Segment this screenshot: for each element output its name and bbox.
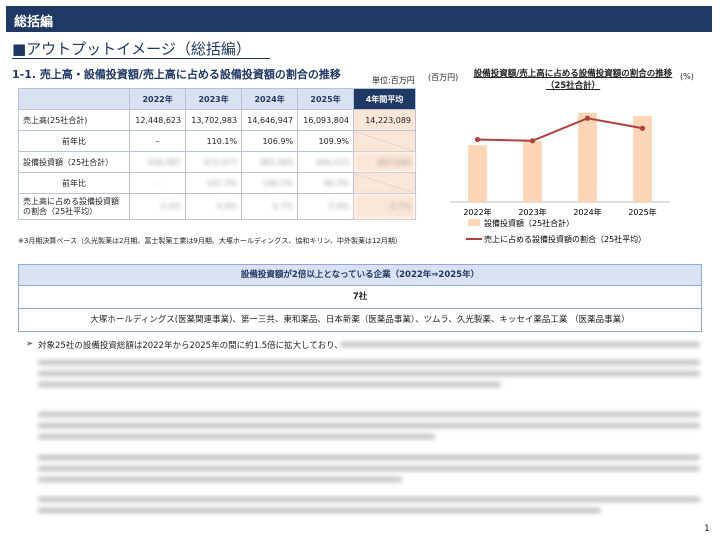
table-cell: 672,077 (185, 151, 243, 173)
x-tick-label: 2023年 (518, 207, 546, 217)
table-cell: 106.9% (241, 130, 299, 152)
line-series (477, 117, 643, 142)
table-cell: 14,223,089 (353, 109, 416, 131)
header-title: 総括編 (14, 15, 54, 30)
table-header-cell: 2025年 (297, 88, 355, 110)
data-table: 2022年 2023年 2024年 2025年 4年間平均 売上高(25社合計)… (17, 88, 416, 220)
chart-title: 設備投資額/売上高に占める設備投資額の割合の推移（25社合計） (473, 69, 673, 91)
blurred-paragraph (38, 455, 700, 488)
legend-label: 売上に占める設備投資額の割合（25社平均） (484, 234, 646, 244)
table-row: 前年比 – 107.3% 146.1% 96.3% (17, 172, 416, 194)
line-point (639, 125, 646, 131)
table-row: 売上高に占める設備投資額の割合（25社平均） 5.0% 4.9% 6.7% 5.… (17, 193, 416, 220)
table-cell: 5.0% (129, 193, 187, 220)
unit-label: 単位:百万円 (372, 76, 415, 85)
legend-label: 設備投資額（25社合計） (484, 218, 574, 228)
table-cell: 4.9% (185, 193, 243, 220)
table-cell: 16,093,804 (297, 109, 355, 131)
table-cell (353, 172, 416, 194)
row-label: 前年比 (17, 130, 131, 152)
chart-unit-left: (百万円) (428, 73, 459, 82)
table-cell: 146.1% (241, 172, 299, 194)
subtitle-underline (12, 58, 270, 59)
section-title: 1-1. 売上高・設備投資額/売上高に占める設備投資額の割合の推移 (12, 68, 341, 81)
bar (578, 112, 597, 202)
page-number: 1 (704, 524, 710, 534)
bar (468, 145, 487, 202)
table-row: 売上高(25社合計) 12,448,623 13,702,983 14,646,… (17, 109, 416, 131)
row-label: 前年比 (17, 172, 131, 194)
table-cell: 981,965 (241, 151, 299, 173)
table-cell: – (129, 172, 187, 194)
table-cell: 5.7% (353, 193, 416, 220)
table-header-cell: 4年間平均 (353, 88, 416, 110)
table-header-cell (17, 88, 131, 110)
line-point (474, 136, 481, 143)
table-cell: 5.9% (297, 193, 355, 220)
blurred-paragraph (38, 412, 700, 445)
blurred-text (340, 342, 700, 353)
table-cell: 626,087 (129, 151, 187, 173)
row-label: 売上高に占める設備投資額の割合（25社平均） (17, 193, 131, 220)
table-cell: 946,015 (297, 151, 355, 173)
blurred-paragraph (38, 360, 700, 393)
table-header-cell: 2024年 (241, 88, 299, 110)
header-bar: 総括編 (6, 6, 712, 32)
table-header-row: 2022年 2023年 2024年 2025年 4年間平均 (17, 88, 416, 110)
chart-unit-right: (%) (680, 72, 694, 81)
table-footnote: ※3月期決算ベース（久光製薬は2月期、富士製薬工業は9月期、大塚ホールディングス… (18, 237, 402, 245)
page-subtitle: ■アウトプットイメージ（総括編） (12, 40, 251, 58)
x-tick-label: 2024年 (573, 207, 601, 217)
table-cell: 109.9% (297, 130, 355, 152)
bullet-item: ➢ 対象25社の設備投資総額は2022年から2025年の間に約1.5倍に拡大して… (26, 339, 343, 351)
bar-line-chart: 2022年 2023年 2024年 2025年設備投資額（25社合計） 売上に占める設備… (450, 112, 670, 244)
table-header-cell: 2023年 (185, 88, 243, 110)
line-point (529, 138, 536, 144)
bar (523, 140, 542, 202)
x-tick-label: 2025年 (628, 207, 656, 217)
table-cell: 12,448,623 (129, 109, 187, 131)
table-cell: 110.1% (185, 130, 243, 152)
table-row: 設備投資額（25社合計） 626,087 672,077 981,965 946… (17, 151, 416, 173)
table-cell: 13,702,983 (185, 109, 243, 131)
row-label: 売上高(25社合計) (17, 109, 131, 131)
legend-swatch-bar (468, 219, 480, 226)
table-cell: 807,040 (353, 151, 416, 173)
bullet-arrow-icon: ➢ (26, 339, 34, 349)
bullet-text: 対象25社の設備投資総額は2022年から2025年の間に約1.5倍に拡大しており… (38, 341, 343, 351)
blurred-paragraph (38, 497, 700, 519)
company-box-header: 設備投資額が2倍以上となっている企業（2022年⇒2025年） (18, 264, 702, 286)
table-header-cell: 2022年 (129, 88, 187, 110)
table-row: 前年比 – 110.1% 106.9% 109.9% (17, 130, 416, 152)
x-tick-label: 2022年 (463, 207, 491, 217)
table-cell: – (129, 130, 187, 152)
table-cell: 6.7% (241, 193, 299, 220)
company-count: 7社 (18, 285, 702, 309)
table-cell: 14,646,947 (241, 109, 299, 131)
table-cell (353, 130, 416, 152)
company-list: 大塚ホールディングス(医薬関連事業)、第一三共、東和薬品、日本新薬（医薬品事業）… (18, 308, 702, 332)
row-label: 設備投資額（25社合計） (17, 151, 131, 173)
line-point (584, 115, 591, 121)
table-cell: 96.3% (297, 172, 355, 194)
table-cell: 107.3% (185, 172, 243, 194)
